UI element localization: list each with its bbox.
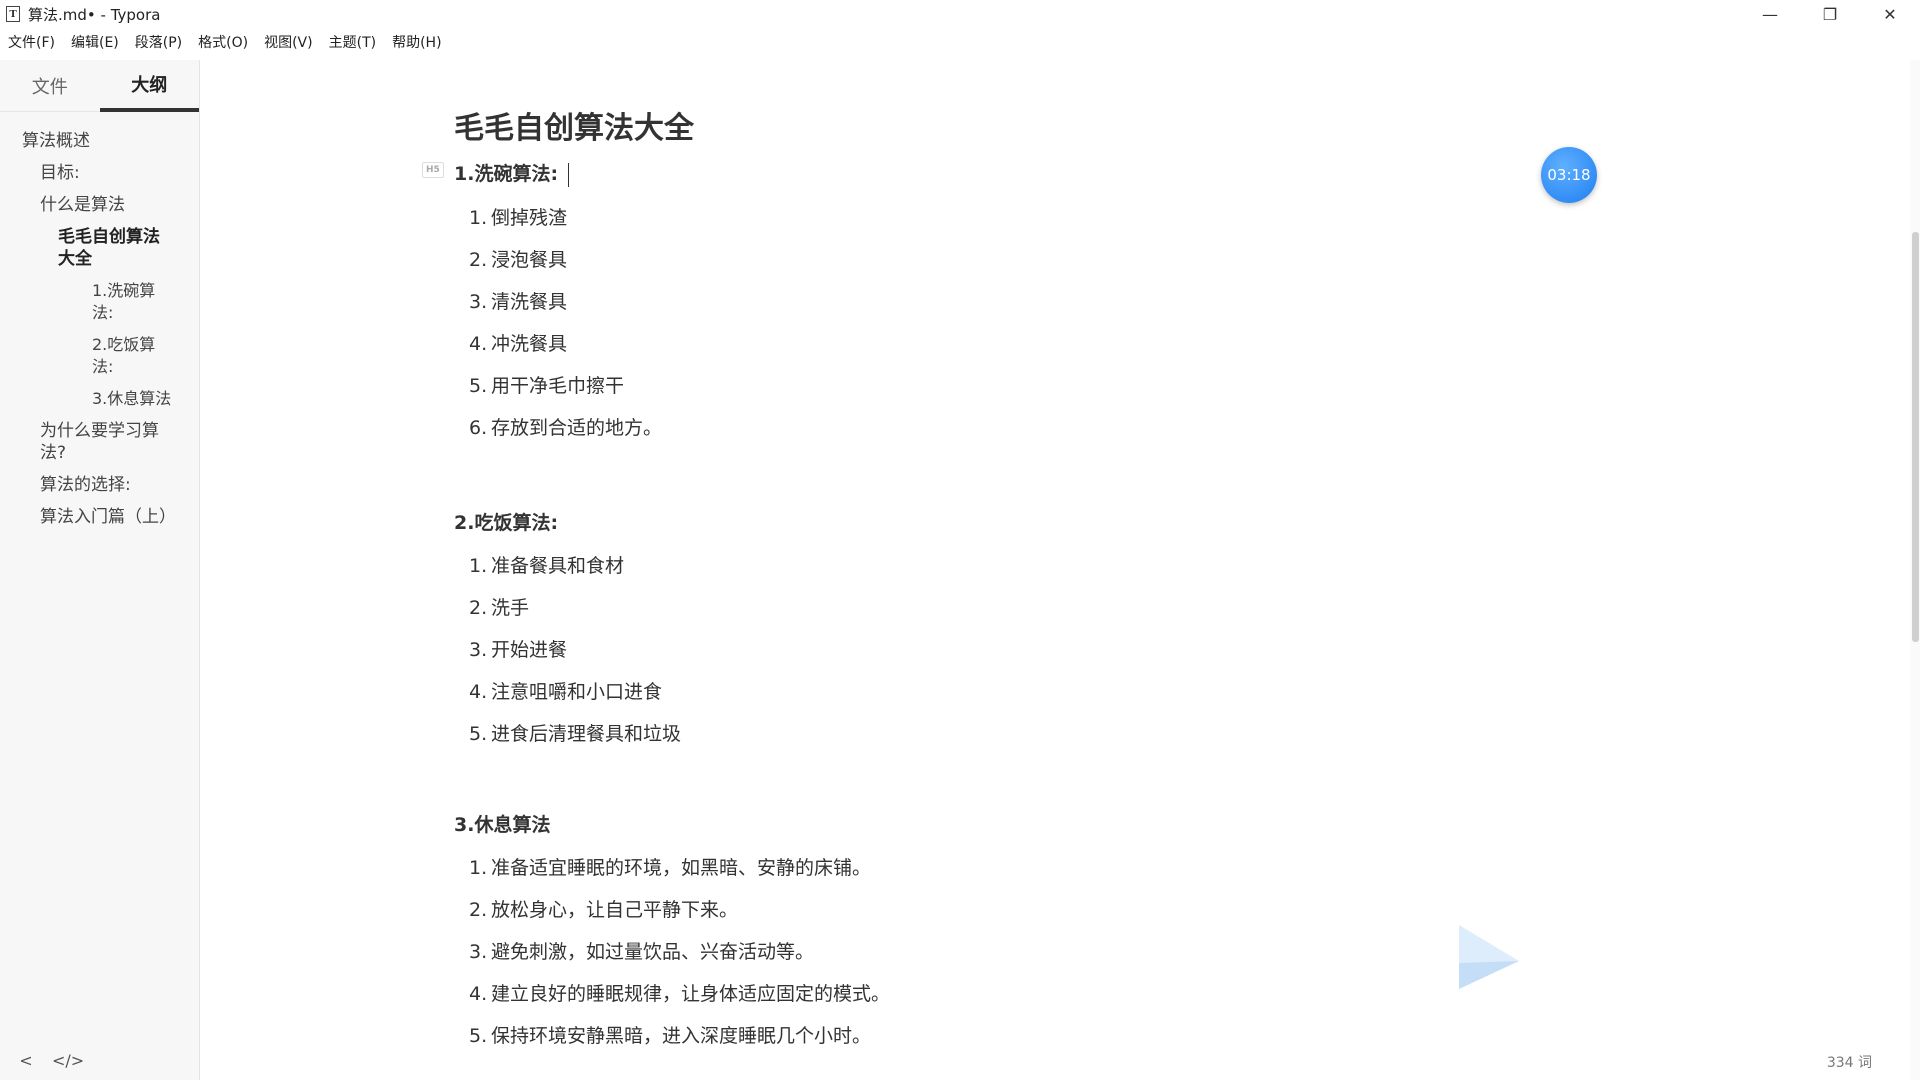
list-item[interactable]: 6. 存放到合适的地方。 (454, 415, 1654, 457)
menu-edit[interactable]: 编辑(E) (63, 32, 127, 52)
list-item[interactable]: 1. 准备餐具和食材 (454, 553, 1654, 595)
outline-item[interactable]: 为什么要学习算法? (0, 420, 175, 464)
list-item-text: 准备餐具和食材 (491, 554, 625, 577)
list-item-text: 保持环境安静黑暗，进入深度睡眠几个小时。 (491, 1024, 872, 1047)
sidebar: 文件 大纲 算法概述 目标: 什么是算法 毛毛自创算法大全 1.洗碗算法: 2.… (0, 60, 200, 1080)
scrollbar-thumb[interactable] (1912, 232, 1919, 642)
outline-item[interactable]: 算法的选择: (0, 474, 175, 496)
source-code-icon[interactable]: </> (52, 1051, 84, 1070)
window-controls: — ❐ ✕ (1740, 0, 1920, 28)
outline-item[interactable]: 3.休息算法 (0, 388, 175, 410)
sidebar-footer: < </> (0, 1040, 200, 1080)
ordered-list[interactable]: 1. 准备餐具和食材 2. 洗手 3. 开始进餐 4. 注意咀嚼和小口进食 5. 进食后清… (454, 553, 1654, 763)
list-item[interactable]: 4. 注意咀嚼和小口进食 (454, 679, 1654, 721)
list-item-text: 冲洗餐具 (491, 332, 568, 355)
list-item-text: 注意咀嚼和小口进食 (491, 680, 663, 703)
list-item-text: 浸泡餐具 (491, 248, 568, 271)
list-item-text: 准备适宜睡眠的环境，如黑暗、安静的床铺。 (491, 856, 872, 879)
list-item-text: 开始进餐 (491, 638, 568, 661)
list-item-text: 用干净毛巾擦干 (491, 374, 625, 397)
section-heading-text: 1.洗碗算法: (454, 163, 559, 185)
list-item[interactable]: 5. 用干净毛巾擦干 (454, 373, 1654, 415)
list-item-text: 清洗餐具 (491, 290, 568, 313)
recording-timer[interactable]: 03:18 (1541, 147, 1597, 203)
outline-list: 算法概述 目标: 什么是算法 毛毛自创算法大全 1.洗碗算法: 2.吃饭算法: … (0, 112, 199, 528)
outline-item[interactable]: 目标: (0, 162, 175, 184)
menu-file[interactable]: 文件(F) (0, 32, 63, 52)
list-item-text: 放松身心，让自己平静下来。 (491, 898, 739, 921)
list-item[interactable]: 2. 浸泡餐具 (454, 247, 1654, 289)
list-item[interactable]: 4. 冲洗餐具 (454, 331, 1654, 373)
outline-item[interactable]: 1.洗碗算法: (0, 280, 175, 324)
list-item[interactable]: 5. 保持环境安静黑暗，进入深度睡眠几个小时。 (454, 1023, 1654, 1065)
menu-format[interactable]: 格式(O) (190, 32, 256, 52)
text-cursor (568, 162, 570, 187)
maximize-button[interactable]: ❐ (1800, 0, 1860, 28)
section-heading[interactable]: H5 1.洗碗算法: (422, 162, 1654, 187)
list-item[interactable]: 5. 进食后清理餐具和垃圾 (454, 721, 1654, 763)
heading-level-badge: H5 (422, 162, 444, 178)
window-title: 算法.md• - Typora (28, 5, 161, 24)
list-item[interactable]: 3. 开始进餐 (454, 637, 1654, 679)
list-item[interactable]: 2. 洗手 (454, 595, 1654, 637)
list-item-text: 存放到合适的地方。 (491, 416, 663, 439)
chevron-left-icon[interactable]: < (14, 1051, 38, 1070)
document-title[interactable]: 毛毛自创算法大全 (454, 108, 1654, 150)
menu-help[interactable]: 帮助(H) (384, 32, 449, 52)
outline-item[interactable]: 2.吃饭算法: (0, 334, 175, 378)
close-button[interactable]: ✕ (1860, 0, 1920, 28)
outline-item-active[interactable]: 毛毛自创算法大全 (0, 226, 175, 270)
list-item-text: 进食后清理餐具和垃圾 (491, 722, 682, 745)
document-content[interactable]: 毛毛自创算法大全 H5 1.洗碗算法: 1. 倒掉残渣 2. 浸泡餐具 3. 清洗餐具… (422, 108, 1654, 1065)
list-item-text: 洗手 (491, 596, 530, 619)
ordered-list[interactable]: 1. 倒掉残渣 2. 浸泡餐具 3. 清洗餐具 4. 冲洗餐具 5. 用干净毛巾擦干 6.… (454, 205, 1654, 457)
menu-bar: 文件(F) 编辑(E) 段落(P) 格式(O) 视图(V) 主题(T) 帮助(H… (0, 30, 450, 54)
list-item[interactable]: 1. 倒掉残渣 (454, 205, 1654, 247)
menu-view[interactable]: 视图(V) (256, 32, 321, 52)
section-heading[interactable]: 3.休息算法 (454, 813, 1654, 837)
editor-area[interactable]: 毛毛自创算法大全 H5 1.洗碗算法: 1. 倒掉残渣 2. 浸泡餐具 3. 清洗餐具… (201, 60, 1910, 1080)
word-count[interactable]: 334 词 (1827, 1052, 1872, 1072)
section-heading[interactable]: 2.吃饭算法: (454, 511, 1654, 535)
list-item[interactable]: 1. 准备适宜睡眠的环境，如黑暗、安静的床铺。 (454, 855, 1654, 897)
list-item-text: 建立良好的睡眠规律，让身体适应固定的模式。 (491, 982, 891, 1005)
list-item-text: 避免刺激，如过量饮品、兴奋活动等。 (491, 940, 815, 963)
outline-item[interactable]: 算法入门篇（上） (0, 506, 176, 528)
list-item-text: 倒掉残渣 (491, 206, 568, 229)
editor-scrollbar[interactable] (1910, 60, 1920, 1080)
play-watermark-icon (1459, 925, 1519, 989)
menu-paragraph[interactable]: 段落(P) (127, 32, 190, 52)
outline-item[interactable]: 什么是算法 (0, 194, 175, 216)
typora-app-icon: T (6, 6, 20, 22)
title-bar: T 算法.md• - Typora — ❐ ✕ (0, 0, 1920, 28)
outline-item[interactable]: 算法概述 (0, 130, 175, 152)
minimize-button[interactable]: — (1740, 0, 1800, 28)
tab-outline[interactable]: 大纲 (99, 60, 199, 112)
list-item[interactable]: 3. 清洗餐具 (454, 289, 1654, 331)
sidebar-tabs: 文件 大纲 (0, 60, 199, 112)
menu-theme[interactable]: 主题(T) (321, 32, 384, 52)
tab-files[interactable]: 文件 (0, 60, 100, 112)
